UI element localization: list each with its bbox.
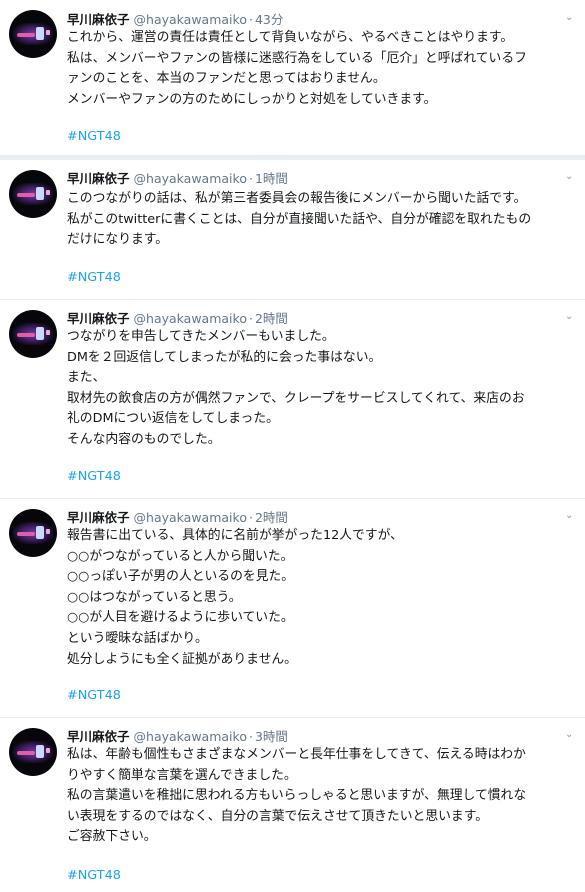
chevron-down-icon[interactable]: ⌄ [565, 729, 575, 740]
display-name[interactable]: 早川麻依子 [67, 729, 130, 744]
tweet-text-line: 私は、年齢も個性もさまざまなメンバーと長年仕事をしてきて、伝える時はわか [67, 747, 526, 762]
tweet-text-line: 私がこのtwitterに書くことは、自分が直接聞いた話や、自分が確認を取れたもの [67, 211, 532, 227]
tweet-text-line: また、 [67, 370, 106, 386]
timestamp[interactable]: 43分 [255, 12, 283, 27]
tweet-text-line: 私は、メンバーやファンの皆様に迷惑行為をしている「厄介」と呼ばれているフ [67, 50, 527, 66]
tweet[interactable]: 早川麻依子 @hayakawamaiko · 43分 ⌄ これから、運営の責任は責任と… [0, 0, 585, 155]
tweet[interactable]: 早川麻依子 @hayakawamaiko · 2時間 ⌄ 報告書に出ている、具体的に名… [0, 499, 585, 717]
timestamp[interactable]: 3時間 [255, 729, 288, 744]
tweet-text-line: だけになります。 [67, 232, 169, 248]
tweet-text-line: そんな内容のものでした。 [67, 431, 221, 447]
tweet-text-line: 礼のDMについ返信をしてしまった。 [67, 411, 279, 427]
timestamp[interactable]: 2時間 [255, 311, 288, 326]
hashtag-link[interactable]: #NGT48 [67, 270, 121, 285]
tweet-text: 私は、年齢も個性もさまざまなメンバーと長年仕事をしてきて、伝える時はわか りやす… [67, 745, 579, 848]
tweet-text-line: 報告書に出ている、具体的に名前が挙がった12人ですが、 [67, 528, 403, 543]
tweet[interactable]: 早川麻依子 @hayakawamaiko · 1時間 ⌄ このつながりの話は、私が第三… [0, 160, 585, 299]
avatar[interactable] [9, 728, 57, 776]
tweet-text-line: 取材先の飲食店の方が偶然ファンで、クレープをサービスしてくれて、来店のお [67, 390, 525, 406]
tweet-text-line: ○○っぽい子が男の人といるのを見た。 [67, 569, 295, 585]
tweet-text-line: このつながりの話は、私が第三者委員会の報告後にメンバーから聞いた話です。 [67, 191, 527, 206]
tweet-header: 早川麻依子 @hayakawamaiko · 2時間 [67, 510, 288, 525]
hashtag-link[interactable]: #NGT48 [67, 868, 121, 883]
tweet-header: 早川麻依子 @hayakawamaiko · 1時間 [67, 171, 288, 186]
timestamp[interactable]: 2時間 [255, 510, 288, 525]
user-handle[interactable]: @hayakawamaiko [134, 311, 247, 326]
user-handle[interactable]: @hayakawamaiko [134, 171, 247, 186]
user-handle[interactable]: @hayakawamaiko [134, 12, 247, 27]
user-handle[interactable]: @hayakawamaiko [134, 510, 247, 525]
user-handle[interactable]: @hayakawamaiko [134, 729, 247, 744]
tweet-text-line: DMを２回返信してしまったが私的に会った事はない。 [67, 349, 382, 365]
tweet-text-line: ご容赦下さい。 [67, 829, 157, 845]
avatar[interactable] [9, 10, 57, 58]
display-name[interactable]: 早川麻依子 [67, 12, 130, 27]
tweet-text: つながりを申告してきたメンバーもいました。 DMを２回返信してしまったが私的に会… [67, 327, 579, 451]
tweet-text: 報告書に出ている、具体的に名前が挙がった12人ですが、 ○○がつながっていると人… [67, 526, 579, 670]
tweet-text-line: ○○が人目を避けるように歩いていた。 [67, 610, 294, 626]
timestamp[interactable]: 1時間 [255, 171, 288, 186]
display-name[interactable]: 早川麻依子 [67, 510, 130, 525]
tweet-text-line: ァンのことを、本当のファンだと思ってはおりません。 [67, 71, 386, 87]
tweet-text: このつながりの話は、私が第三者委員会の報告後にメンバーから聞いた話です。 私がこ… [67, 189, 579, 251]
tweet-text-line: ○○はつながっていると思う。 [67, 589, 242, 605]
tweet[interactable]: 早川麻依子 @hayakawamaiko · 2時間 ⌄ つながりを申告してきたメンバ… [0, 300, 585, 498]
tweet-text-line: メンバーやファンの方のためにしっかりと対処をしていきます。 [67, 91, 437, 107]
chevron-down-icon[interactable]: ⌄ [565, 311, 575, 322]
tweet-header: 早川麻依子 @hayakawamaiko · 3時間 [67, 729, 288, 744]
avatar[interactable] [9, 170, 57, 218]
tweet-text-line: 処分しようにも全く証拠がありません。 [67, 651, 297, 667]
display-name[interactable]: 早川麻依子 [67, 171, 130, 186]
chevron-down-icon[interactable]: ⌄ [565, 171, 575, 182]
tweet[interactable]: 早川麻依子 @hayakawamaiko · 3時間 ⌄ 私は、年齢も個性もさまざまな… [0, 718, 585, 892]
tweet-text-line: つながりを申告してきたメンバーもいました。 [67, 329, 335, 344]
tweet-text-line: これから、運営の責任は責任として背負いながら、やるべきことはやります。 [67, 30, 514, 45]
chevron-down-icon[interactable]: ⌄ [565, 12, 575, 23]
avatar[interactable] [9, 509, 57, 557]
avatar[interactable] [9, 310, 57, 358]
chevron-down-icon[interactable]: ⌄ [565, 510, 575, 521]
tweet-text-line: ○○がつながっていると人から聞いた。 [67, 548, 294, 564]
tweet-text-line: という曖昧な話ばかり。 [67, 630, 208, 646]
hashtag-link[interactable]: #NGT48 [67, 129, 121, 144]
tweet-text-line: りやすく簡単な言葉を選んできました。 [67, 767, 297, 783]
tweet-text-line: い表現をするのではなく、自分の言葉で伝えさせて頂きたいと思います。 [67, 808, 489, 824]
tweet-header: 早川麻依子 @hayakawamaiko · 2時間 [67, 311, 288, 326]
tweet-text-line: 私の言葉遣いを稚拙に思われる方もいらっしゃると思いますが、無理して慣れな [67, 788, 527, 804]
tweet-header: 早川麻依子 @hayakawamaiko · 43分 [67, 12, 284, 27]
tweet-text: これから、運営の責任は責任として背負いながら、やるべきことはやります。 私は、メ… [67, 28, 579, 110]
display-name[interactable]: 早川麻依子 [67, 311, 130, 326]
hashtag-link[interactable]: #NGT48 [67, 688, 121, 703]
hashtag-link[interactable]: #NGT48 [67, 469, 121, 484]
